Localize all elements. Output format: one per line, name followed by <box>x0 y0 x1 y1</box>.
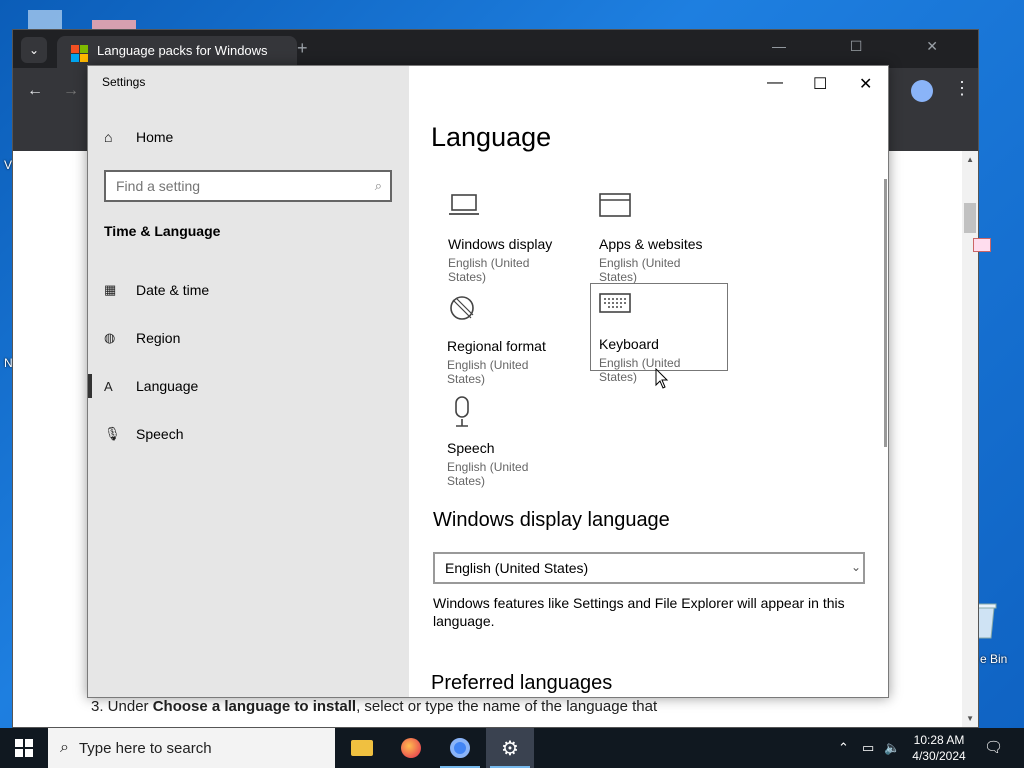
firefox-icon <box>401 738 421 758</box>
nav-home[interactable]: ⌂ Home <box>104 129 173 145</box>
firefox-button[interactable] <box>387 728 435 768</box>
menu-kebab-icon[interactable]: ⋮ <box>953 78 971 99</box>
tile-sub: English (United States) <box>448 256 530 284</box>
tab-title: Language packs for Windows <box>97 43 268 58</box>
nav-active-indicator <box>88 374 92 398</box>
tile-name: Keyboard <box>599 336 659 352</box>
page-image-fragment <box>973 238 991 252</box>
nav-item-language[interactable]: A Language <box>104 374 198 398</box>
display-language-heading: Windows display language <box>433 509 670 531</box>
folder-icon <box>351 740 373 756</box>
scroll-thumb[interactable] <box>964 203 976 233</box>
calendar-clock-icon: ▦ <box>104 282 117 297</box>
keyboard-icon <box>599 292 719 332</box>
clock[interactable]: 10:28 AM 4/30/2024 <box>908 732 970 764</box>
volume-muted-icon[interactable]: 🔈 <box>884 728 900 768</box>
windows-logo-icon <box>15 739 33 757</box>
display-language-select[interactable]: English (United States) ⌄ <box>433 552 865 584</box>
close-icon[interactable]: ✕ <box>859 74 872 94</box>
browser-tab[interactable]: Language packs for Windows ✕ <box>57 36 297 68</box>
settings-search[interactable]: ⌕ <box>104 170 392 202</box>
network-icon[interactable]: ▭ <box>862 728 874 768</box>
tile-name: Speech <box>447 440 495 456</box>
tile-name: Apps & websites <box>599 236 703 252</box>
tile-sub: English (United States) <box>447 460 529 488</box>
search-input[interactable] <box>106 172 356 200</box>
settings-taskbar-button[interactable]: ⚙ <box>486 728 534 768</box>
tile-keyboard[interactable]: Keyboard English (United States) <box>590 283 728 384</box>
search-icon: ⌕ <box>374 178 382 193</box>
back-arrow-icon[interactable]: ← <box>27 82 43 100</box>
tile-windows-display[interactable]: Windows display English (United States) <box>440 184 578 284</box>
taskbar: ⌕ Type here to search ⚙ ⌃ ▭ 🔈 10:28 AM 4… <box>0 728 1024 768</box>
nav-item-label: Language <box>136 378 199 394</box>
microsoft-logo-icon <box>71 45 88 62</box>
window-title: Settings <box>102 75 146 89</box>
tile-name: Regional format <box>447 338 546 354</box>
step-bold-text: Choose a language to install <box>152 698 357 715</box>
tile-name: Windows display <box>448 236 553 252</box>
search-icon: ⌕ <box>60 739 69 756</box>
file-explorer-button[interactable] <box>338 728 386 768</box>
language-icon: A <box>104 378 113 394</box>
browser-window-controls[interactable]: — ☐ ✕ <box>772 38 968 55</box>
window-icon <box>599 192 721 232</box>
home-icon: ⌂ <box>104 129 113 145</box>
tile-sub: English (United States) <box>447 358 529 386</box>
globe-icon: ◍ <box>104 330 116 345</box>
forward-arrow-icon[interactable]: → <box>63 82 79 100</box>
settings-nav-pane: Settings ⌂ Home ⌕ Time & Language ▦ Date… <box>88 66 409 697</box>
minimize-icon[interactable]: — <box>767 74 783 92</box>
new-tab-button[interactable]: + <box>297 38 308 59</box>
tab-search-button[interactable]: ⌄ <box>21 37 47 63</box>
start-button[interactable] <box>0 728 48 768</box>
scroll-down-icon[interactable]: ▼ <box>966 714 974 723</box>
recycle-bin-label: e Bin <box>980 652 1008 666</box>
page-title: Language <box>431 122 552 152</box>
nav-home-label: Home <box>136 129 174 145</box>
nav-item-speech[interactable]: 🎙 Speech <box>104 422 183 446</box>
gear-icon: ⚙ <box>501 737 519 760</box>
tile-sub: English (United States) <box>599 256 681 284</box>
nav-item-label: Region <box>136 330 181 346</box>
tab-bar: ⌄ Language packs for Windows ✕ + — ☐ ✕ <box>13 30 978 68</box>
laptop-icon <box>448 192 570 232</box>
chevron-down-icon: ⌄ <box>850 560 861 574</box>
nav-item-date-time[interactable]: ▦ Date & time <box>104 278 209 302</box>
microphone-icon: 🎙 <box>104 426 121 441</box>
tile-regional-format[interactable]: Regional format English (United States) <box>439 286 577 386</box>
mouse-cursor-icon <box>655 367 669 395</box>
nav-item-label: Speech <box>136 426 184 442</box>
step-text: , select or type the name of the languag… <box>356 698 658 715</box>
notification-icon[interactable]: 🗨 <box>984 738 1003 756</box>
nav-section-title: Time & Language <box>104 223 221 239</box>
tray-chevron-icon[interactable]: ⌃ <box>838 728 849 768</box>
taskbar-search[interactable]: ⌕ Type here to search <box>48 728 335 768</box>
microphone-icon <box>447 396 569 436</box>
tile-speech[interactable]: Speech English (United States) <box>439 388 577 488</box>
settings-scrollbar[interactable] <box>884 179 887 447</box>
maximize-icon[interactable]: ☐ <box>813 74 827 94</box>
chrome-button[interactable] <box>436 728 484 768</box>
globe-icon <box>447 294 569 334</box>
nav-item-label: Date & time <box>136 282 210 298</box>
chrome-icon <box>450 738 470 758</box>
taskbar-search-placeholder: Type here to search <box>78 739 212 757</box>
instruction-step: 3. Under Choose a language to install, s… <box>91 698 731 715</box>
step-text: 3. Under <box>91 698 153 715</box>
preferred-languages-heading: Preferred languages <box>431 672 613 694</box>
desktop-label-fragment: V <box>4 158 13 172</box>
settings-window: Settings ⌂ Home ⌕ Time & Language ▦ Date… <box>87 65 889 698</box>
settings-content: — ☐ ✕ Language Windows display English (… <box>409 66 888 697</box>
clock-date: 4/30/2024 <box>912 749 966 763</box>
profile-icon[interactable] <box>911 80 933 102</box>
nav-item-region[interactable]: ◍ Region <box>104 326 180 350</box>
scroll-up-icon[interactable]: ▲ <box>966 155 974 164</box>
tile-apps-websites[interactable]: Apps & websites English (United States) <box>591 184 729 284</box>
display-language-value: English (United States) <box>445 560 589 576</box>
clock-time: 10:28 AM <box>913 733 965 747</box>
display-language-description: Windows features like Settings and File … <box>433 595 845 629</box>
